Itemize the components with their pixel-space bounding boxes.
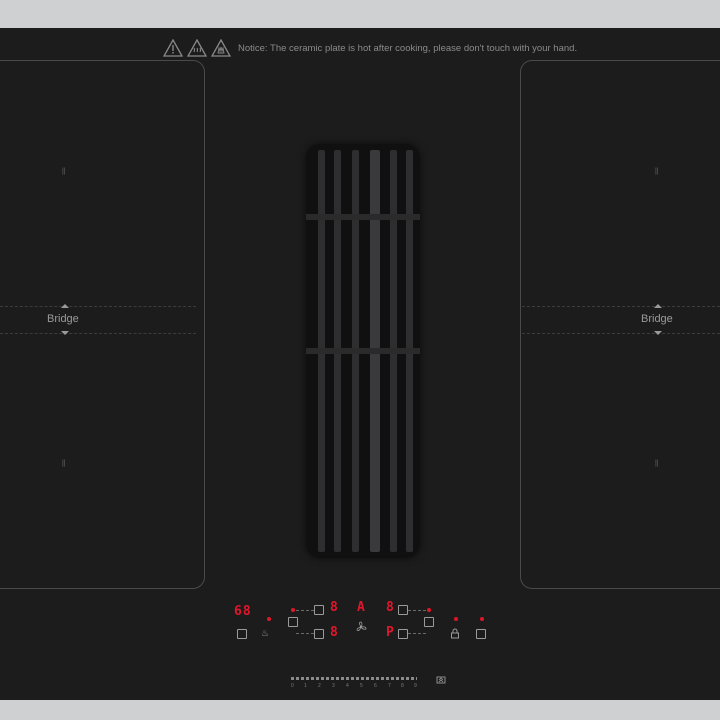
bridge-label: Bridge	[641, 313, 673, 325]
lock-indicator	[454, 617, 458, 621]
zone-marker-icon: | |	[62, 168, 65, 175]
right-bottom-zone-button[interactable]	[398, 629, 408, 639]
power-indicator	[480, 617, 484, 621]
hot-surface-warning-icon	[187, 39, 207, 57]
left-zone-indicator	[291, 608, 295, 612]
link-line	[296, 633, 314, 634]
hand-warning-icon	[211, 39, 231, 57]
slider-tick: 9	[414, 683, 417, 689]
left-bridge-button[interactable]	[288, 617, 298, 627]
timer-indicator	[267, 617, 271, 621]
right-bridge-button[interactable]	[424, 617, 434, 627]
notice-text: Notice: The ceramic plate is hot after c…	[238, 42, 578, 54]
bridge-label: Bridge	[47, 313, 79, 325]
arrow-down-icon	[61, 331, 69, 335]
zone-marker-icon: | |	[655, 460, 658, 467]
slider-tick: 4	[346, 683, 349, 689]
arrow-up-icon	[61, 304, 69, 308]
timer-button[interactable]	[237, 629, 247, 639]
right-top-zone-button[interactable]	[398, 605, 408, 615]
left-top-zone-button[interactable]	[314, 605, 324, 615]
slider-tick: 8	[401, 683, 404, 689]
lock-icon[interactable]	[450, 628, 460, 639]
left-bridge-band[interactable]: Bridge	[0, 304, 196, 335]
grille-crossbar	[306, 348, 420, 354]
ceramic-plate: Notice: The ceramic plate is hot after c…	[0, 28, 720, 700]
control-panel: 68 ♨ 8 8 A 8 P 0 1 2 3 4 5 6 7 8 9	[0, 598, 720, 700]
zone-marker-icon: | |	[655, 168, 658, 175]
arrow-down-icon	[654, 331, 662, 335]
zone-marker-icon: | |	[62, 460, 65, 467]
slider-tick: 3	[332, 683, 335, 689]
slider-tick: 5	[360, 683, 363, 689]
power-button[interactable]	[476, 629, 486, 639]
slider-tick: 2	[318, 683, 321, 689]
power-slider[interactable]	[291, 677, 417, 680]
right-bridge-band[interactable]: Bridge	[522, 304, 720, 335]
boost-icon[interactable]	[436, 675, 446, 685]
left-top-level: 8	[330, 600, 339, 615]
slider-tick: 7	[388, 683, 391, 689]
link-line	[408, 633, 426, 634]
hood-level-display: A	[357, 600, 366, 615]
slider-tick: 0	[291, 683, 294, 689]
notice-bar: Notice: The ceramic plate is hot after c…	[163, 38, 577, 58]
hot-surface-icon[interactable]: ♨	[261, 628, 269, 639]
timer-display: 68	[234, 604, 252, 619]
right-bottom-level: P	[386, 625, 395, 640]
slider-tick: 1	[304, 683, 307, 689]
right-zone-indicator	[427, 608, 431, 612]
warning-icon	[163, 39, 183, 57]
link-line	[296, 610, 314, 611]
left-bottom-level: 8	[330, 625, 339, 640]
link-line	[408, 610, 426, 611]
fan-icon[interactable]	[355, 621, 367, 633]
left-bottom-zone-button[interactable]	[314, 629, 324, 639]
grille-crossbar	[306, 214, 420, 220]
slider-tick: 6	[374, 683, 377, 689]
downdraft-vent-grille	[306, 144, 420, 558]
arrow-up-icon	[654, 304, 662, 308]
right-top-level: 8	[386, 600, 395, 615]
